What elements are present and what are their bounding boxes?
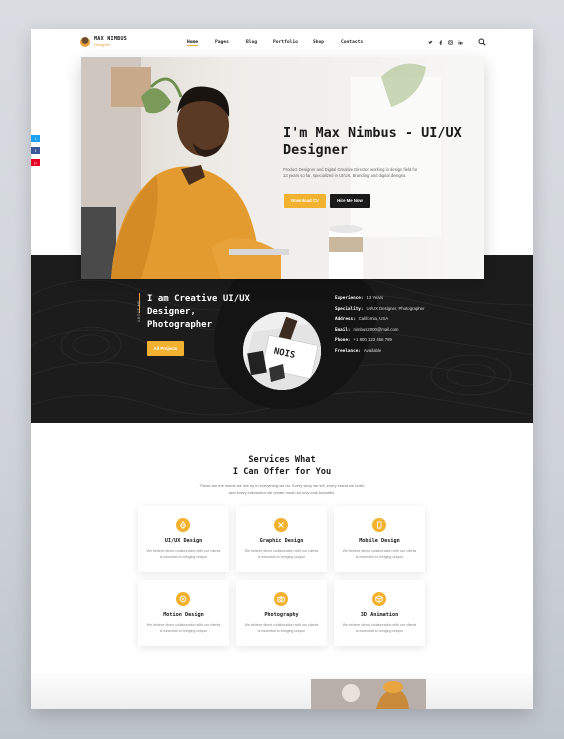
- info-row: Experience: 13 Years: [335, 295, 384, 301]
- side-pinterest-icon[interactable]: p: [31, 159, 40, 166]
- cube-icon: [372, 592, 386, 606]
- nav-item-portfolio[interactable]: Portfolio: [273, 40, 298, 45]
- about-photo: NOIS: [243, 312, 321, 390]
- bottom-section: [31, 669, 533, 709]
- nav-item-contacts[interactable]: Contacts: [341, 40, 363, 45]
- info-list: Experience: 13 Years Speciality: UI/UX Des…: [335, 295, 425, 359]
- all-projects-button[interactable]: All Projects: [147, 341, 184, 356]
- motion-icon: [176, 592, 190, 606]
- info-row-phone[interactable]: Phone: +1 800 123 456 789: [335, 337, 425, 348]
- mobile-icon: [372, 518, 386, 532]
- twitter-icon[interactable]: [428, 40, 433, 45]
- download-cv-button[interactable]: Download CV: [284, 194, 326, 208]
- linkedin-icon[interactable]: [458, 40, 463, 45]
- service-card[interactable]: 3D Animation We believe direct collabora…: [334, 580, 425, 646]
- about-section: ABOUT ME I am Creative UI/UX Designer, P…: [31, 255, 533, 423]
- service-description: We believe direct collaboration with our…: [146, 623, 221, 633]
- services-title-line1: Services What: [248, 455, 316, 465]
- service-card[interactable]: Graphic Design We believe direct collabo…: [236, 506, 327, 572]
- logo-avatar[interactable]: [80, 37, 90, 47]
- service-description: We believe direct collaboration with our…: [146, 549, 221, 559]
- service-description: We believe direct collaboration with our…: [342, 623, 417, 633]
- service-card[interactable]: Photography We believe direct collaborat…: [236, 580, 327, 646]
- service-title: 3D Animation: [360, 612, 399, 618]
- bottom-preview-image: [311, 679, 426, 709]
- services-title-line2: I Can Offer for You: [232, 467, 332, 477]
- service-description: We believe direct collaboration with our…: [342, 549, 417, 559]
- search-icon[interactable]: [478, 38, 486, 46]
- hero-title: I'm Max Nimbus - UI/UX Designer: [283, 125, 462, 158]
- service-title: Photography: [264, 612, 299, 618]
- service-card[interactable]: Motion Design We believe direct collabor…: [138, 580, 229, 646]
- hero-card: I'm Max Nimbus - UI/UX Designer Product …: [81, 57, 484, 279]
- logo-role: Designer: [94, 42, 111, 47]
- pen-tool-icon: [176, 518, 190, 532]
- hire-me-button[interactable]: Hire Me Now: [330, 194, 370, 208]
- service-title: Motion Design: [163, 612, 204, 618]
- about-title: I am Creative UI/UX Designer, Photograph…: [147, 294, 250, 330]
- side-twitter-icon[interactable]: t: [31, 135, 40, 142]
- info-row: Address: California, USA: [335, 316, 389, 323]
- services-description: These are the words we live by in everyt…: [199, 483, 365, 495]
- service-card[interactable]: UI/UX Design We believe direct collabora…: [138, 506, 229, 572]
- nav-item-pages[interactable]: Pages: [215, 40, 229, 45]
- crossed-tools-icon: [274, 518, 288, 532]
- header: MAX NIMBUS Designer Home Pages Blog Port…: [31, 29, 533, 57]
- about-vertical-label: ABOUT ME: [137, 300, 141, 322]
- instagram-icon[interactable]: [448, 40, 453, 45]
- info-row: Speciality: UI/UX Designer, Photographer: [335, 305, 425, 312]
- side-facebook-icon[interactable]: f: [31, 147, 40, 154]
- service-title: Mobile Design: [359, 538, 400, 544]
- service-title: Graphic Design: [259, 538, 304, 544]
- hero-description: Product Designer and Digital Creative Di…: [283, 167, 418, 178]
- service-title: UI/UX Design: [164, 538, 203, 544]
- info-row: Freelance: Available: [335, 347, 382, 354]
- facebook-icon[interactable]: [438, 40, 443, 45]
- info-row-email[interactable]: Email: nimbus2000@mail.com: [335, 327, 425, 338]
- page: MAX NIMBUS Designer Home Pages Blog Port…: [31, 29, 533, 709]
- nav-item-shop[interactable]: Shop: [313, 40, 324, 45]
- service-description: We believe direct collaboration with our…: [244, 623, 319, 633]
- service-description: We believe direct collaboration with our…: [244, 549, 319, 559]
- nav-item-blog[interactable]: Blog: [246, 40, 257, 45]
- nav-item-home[interactable]: Home: [187, 40, 199, 46]
- camera-icon: [274, 592, 288, 606]
- service-card[interactable]: Mobile Design We believe direct collabor…: [334, 506, 425, 572]
